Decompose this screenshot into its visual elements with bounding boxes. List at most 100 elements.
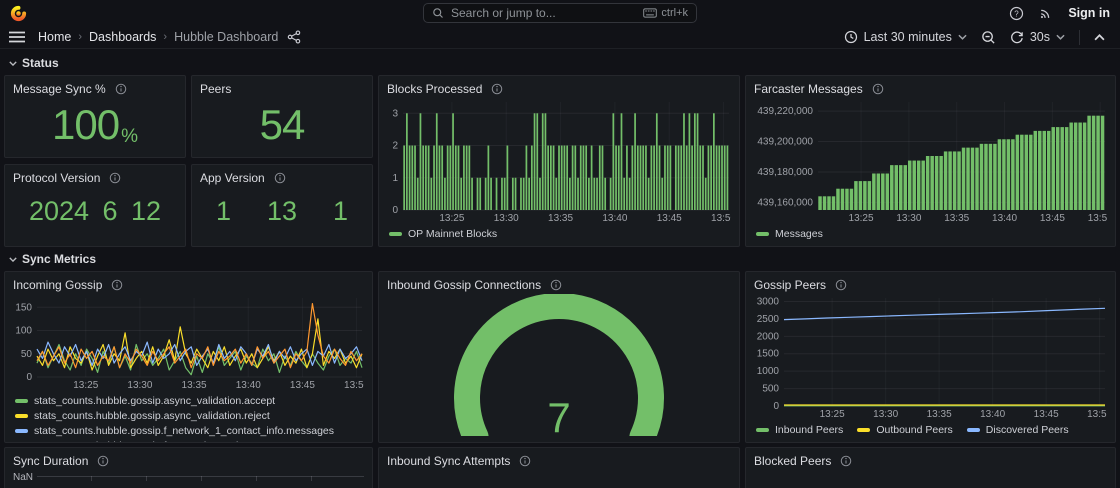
legend-label: stats_counts.hubble.gossip.async_validat… <box>34 395 275 407</box>
svg-text:0: 0 <box>392 205 398 216</box>
panel-header[interactable]: Blocked Peers <box>754 452 1107 470</box>
legend-item[interactable]: stats_counts.hubble.gossip.async_validat… <box>15 394 362 407</box>
legend-item[interactable]: OP Mainnet Blocks <box>389 227 497 240</box>
panel-incoming-gossip: Incoming Gossip 05010015013:2513:3013:35… <box>4 271 373 443</box>
refresh-button[interactable]: 30s <box>1004 27 1071 47</box>
blocks-processed-chart[interactable]: 012313:2513:3013:3513:4013:4513:50 <box>387 98 731 224</box>
svg-text:13:35: 13:35 <box>927 409 952 420</box>
svg-text:3000: 3000 <box>757 296 780 307</box>
panel-farcaster-messages: Farcaster Messages 439,160,000 439,180,00… <box>745 75 1116 247</box>
legend-item[interactable]: Discovered Peers <box>967 423 1069 436</box>
panel-title: Farcaster Messages <box>754 82 863 96</box>
legend-item[interactable]: Outbound Peers <box>857 423 952 436</box>
panel-header[interactable]: Inbound Sync Attempts <box>387 452 731 470</box>
share-icon <box>287 30 301 44</box>
svg-text:1000: 1000 <box>757 366 780 377</box>
search-input[interactable]: Search or jump to... ctrl+k <box>423 3 697 23</box>
help-button[interactable]: ? <box>1009 6 1024 21</box>
sync-duration-axis: NaN <box>13 470 364 483</box>
panel-title: Gossip Peers <box>754 278 826 292</box>
legend-label: stats_counts.hubble.gossip.f_network_1_c… <box>34 425 334 437</box>
legend-item[interactable]: Messages <box>756 227 823 240</box>
svg-text:439,160,000: 439,160,000 <box>757 197 813 208</box>
time-range-picker[interactable]: Last 30 minutes <box>838 27 973 47</box>
breadcrumb-dashboards[interactable]: Dashboards <box>89 30 156 44</box>
menu-button[interactable] <box>9 31 25 43</box>
svg-text:13:50: 13:50 <box>1088 213 1107 224</box>
legend-label: Outbound Peers <box>876 424 952 436</box>
svg-text:13:45: 13:45 <box>1040 213 1065 224</box>
panel-header[interactable]: Gossip Peers <box>754 276 1107 294</box>
legend-swatch <box>857 428 870 432</box>
panel-header[interactable]: Message Sync % <box>13 80 177 98</box>
svg-text:0: 0 <box>26 372 32 383</box>
section-sync-metrics[interactable]: Sync Metrics <box>4 251 1116 271</box>
legend-swatch <box>15 429 28 433</box>
news-button[interactable] <box>1039 6 1053 20</box>
rss-icon <box>1039 6 1053 20</box>
panel-header[interactable]: Protocol Version <box>13 169 177 187</box>
sign-in-button[interactable]: Sign in <box>1068 6 1110 20</box>
legend-label: Inbound Peers <box>775 424 843 436</box>
collapse-toolbar-button[interactable] <box>1088 27 1111 47</box>
svg-text:13:25: 13:25 <box>439 213 464 224</box>
svg-text:7: 7 <box>547 394 570 436</box>
panel-header[interactable]: Blocks Processed <box>387 80 731 98</box>
zoom-out-button[interactable] <box>975 27 1002 47</box>
svg-text:13:35: 13:35 <box>944 213 969 224</box>
share-button[interactable] <box>287 30 301 44</box>
svg-text:13:30: 13:30 <box>494 213 519 224</box>
svg-text:2000: 2000 <box>757 331 780 342</box>
legend-swatch <box>756 232 769 236</box>
legend-label: Discovered Peers <box>986 424 1069 436</box>
clock-icon <box>844 30 858 44</box>
keyboard-icon <box>643 8 657 18</box>
svg-text:13:30: 13:30 <box>896 213 921 224</box>
svg-text:439,180,000: 439,180,000 <box>757 167 813 178</box>
svg-text:13:35: 13:35 <box>548 213 573 224</box>
legend-item[interactable]: stats_counts.hubble.gossip.f_network_1_c… <box>15 424 362 437</box>
panel-title: Inbound Gossip Connections <box>387 278 541 292</box>
legend-item[interactable]: Inbound Peers <box>756 423 843 436</box>
panel-header[interactable]: Sync Duration <box>13 452 364 470</box>
panel-blocked-peers: Blocked Peers <box>745 447 1116 488</box>
svg-text:500: 500 <box>762 384 779 395</box>
panel-app-version: App Version 1 13 1 <box>191 164 373 247</box>
legend-label: OP Mainnet Blocks <box>408 228 497 240</box>
search-placeholder: Search or jump to... <box>451 6 556 20</box>
info-icon <box>840 455 852 467</box>
panel-title: Protocol Version <box>13 171 100 185</box>
section-status[interactable]: Status <box>4 55 1116 75</box>
svg-text:2: 2 <box>392 141 398 152</box>
stat-values: 2024 6 12 <box>13 187 177 240</box>
stat-value: 54 <box>200 98 364 151</box>
gossip-peers-chart[interactable]: 05001000150020002500300013:2513:3013:351… <box>754 294 1107 420</box>
gossip-connections-gauge[interactable]: 7 <box>387 294 731 436</box>
panel-header[interactable]: Peers <box>200 80 364 98</box>
farcaster-messages-chart[interactable]: 439,160,000439,180,000439,200,000439,220… <box>754 98 1107 224</box>
incoming-gossip-chart[interactable]: 05010015013:2513:3013:3513:4013:4513:50 <box>13 294 364 391</box>
grafana-logo-icon[interactable] <box>10 4 28 22</box>
panel-inbound-sync-attempts: Inbound Sync Attempts <box>378 447 740 488</box>
legend-item[interactable]: stats_counts.hubble.gossip.f_network_1_p… <box>15 439 362 443</box>
info-icon <box>111 279 123 291</box>
info-icon <box>491 83 503 95</box>
axis-label: NaN <box>13 473 33 483</box>
legend-item[interactable]: stats_counts.hubble.gossip.async_validat… <box>15 409 362 422</box>
breadcrumb-home[interactable]: Home <box>38 30 71 44</box>
panel-title: Sync Duration <box>13 454 88 468</box>
search-icon <box>432 7 444 19</box>
info-icon <box>872 83 884 95</box>
time-range-label: Last 30 minutes <box>864 30 952 44</box>
svg-text:100: 100 <box>15 326 32 337</box>
panel-header[interactable]: Incoming Gossip <box>13 276 364 294</box>
svg-text:1500: 1500 <box>757 349 780 360</box>
info-icon <box>519 455 531 467</box>
panel-header[interactable]: App Version <box>200 169 364 187</box>
panel-header[interactable]: Inbound Gossip Connections <box>387 276 731 294</box>
svg-text:13:25: 13:25 <box>849 213 874 224</box>
stat-value: 100% <box>13 98 177 151</box>
info-icon <box>115 83 127 95</box>
panel-header[interactable]: Farcaster Messages <box>754 80 1107 98</box>
panel-title: Inbound Sync Attempts <box>387 454 510 468</box>
